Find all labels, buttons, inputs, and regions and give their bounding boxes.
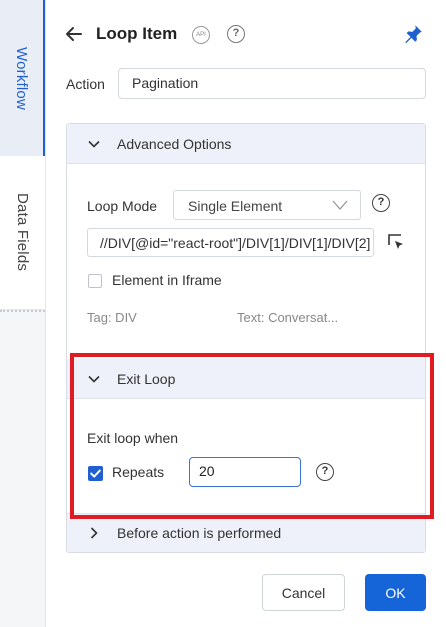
tab-data-fields-label: Data Fields (14, 193, 31, 272)
resize-grip[interactable] (0, 310, 45, 314)
ok-button[interactable]: OK (365, 574, 426, 611)
tab-data-fields[interactable]: Data Fields (0, 156, 45, 310)
element-in-iframe-checkbox[interactable] (88, 274, 102, 288)
action-row: Action Pagination (66, 68, 426, 100)
exit-loop-when-label: Exit loop when (87, 430, 179, 446)
before-action-header[interactable]: Before action is performed (67, 513, 425, 552)
api-icon[interactable]: API (192, 26, 210, 44)
repeats-checkbox[interactable] (88, 466, 103, 481)
repeats-label: Repeats (112, 464, 165, 480)
xpath-input[interactable]: //DIV[@id="react-root"]/DIV[1]/DIV[1]/DI… (87, 228, 374, 257)
loop-mode-label: Loop Mode (87, 198, 158, 214)
tab-workflow-label: Workflow (13, 46, 30, 110)
checkmark-icon (90, 469, 101, 478)
loop-mode-value: Single Element (188, 198, 283, 214)
repeats-help-icon[interactable]: ? (316, 463, 334, 481)
loop-item-panel: Loop Item API ? Action Pagination Advanc… (46, 0, 446, 627)
loop-mode-help-icon[interactable]: ? (372, 194, 390, 212)
side-tab-strip: Workflow Data Fields (0, 0, 46, 627)
locate-element-icon[interactable] (387, 233, 405, 251)
advanced-options-label: Advanced Options (117, 136, 232, 152)
action-name-input[interactable]: Pagination (118, 68, 426, 99)
page-title: Loop Item (96, 24, 178, 43)
advanced-options-box: Advanced Options Loop Mode Single Elemen… (66, 123, 426, 553)
exit-loop-header[interactable]: Exit Loop (67, 359, 425, 399)
element-text-preview: Text: Conversat... (237, 310, 339, 325)
action-label: Action (66, 76, 105, 92)
exit-loop-label: Exit Loop (117, 371, 176, 387)
chevron-right-icon (90, 527, 98, 539)
chevron-down-icon (88, 140, 100, 148)
advanced-options-header[interactable]: Advanced Options (67, 124, 425, 164)
chevron-down-icon (332, 200, 348, 210)
exit-loop-body: Exit loop when Repeats 20 ? (67, 399, 425, 509)
chevron-down-icon (88, 375, 100, 383)
loop-mode-select[interactable]: Single Element (173, 190, 361, 220)
repeats-count-input[interactable]: 20 (189, 457, 301, 487)
tab-workflow[interactable]: Workflow (0, 0, 45, 156)
element-tag-text: Tag: DIV (87, 310, 137, 325)
help-icon[interactable]: ? (227, 25, 245, 43)
pin-icon[interactable] (402, 23, 424, 45)
before-action-label: Before action is performed (117, 525, 282, 541)
cancel-button[interactable]: Cancel (262, 574, 345, 611)
panel-header: Loop Item API ? (46, 18, 446, 50)
element-in-iframe-label: Element in Iframe (112, 272, 222, 288)
arrow-left-icon[interactable] (64, 24, 84, 44)
